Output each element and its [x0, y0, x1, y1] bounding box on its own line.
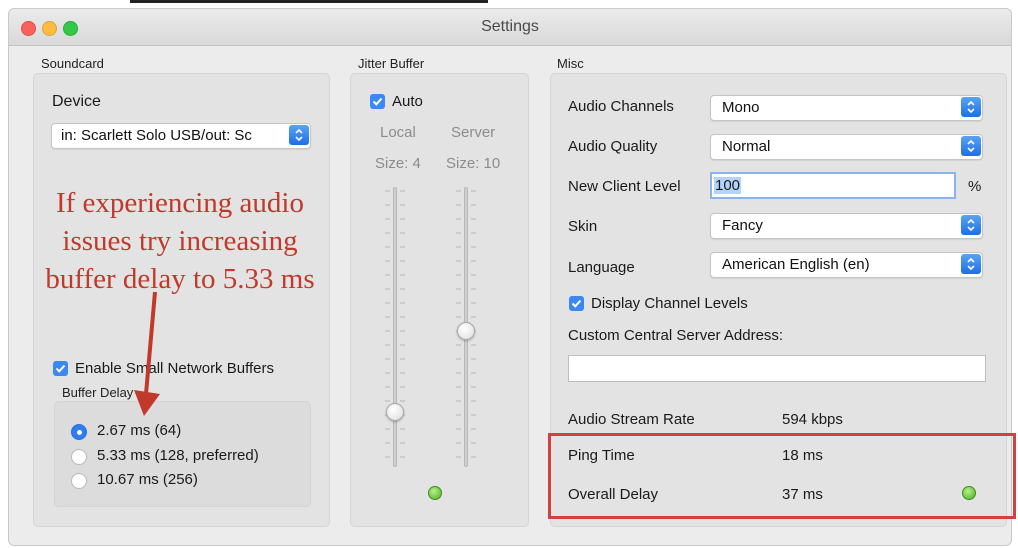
misc-group-label: Misc — [557, 56, 584, 71]
buffer-delay-radio-256[interactable] — [71, 473, 87, 489]
title-bar[interactable]: Settings — [9, 9, 1011, 46]
new-client-level-value: 100 — [714, 177, 742, 194]
checkmark-icon — [372, 97, 383, 106]
audio-stream-rate-label: Audio Stream Rate — [568, 411, 695, 428]
annotation-text: If experiencing audio issues try increas… — [20, 184, 340, 298]
server-jitter-slider-knob[interactable] — [457, 322, 475, 340]
small-buffers-label: Enable Small Network Buffers — [75, 360, 274, 377]
device-label: Device — [52, 93, 101, 110]
chevron-updown-icon — [961, 97, 981, 117]
display-levels-checkbox[interactable] — [569, 296, 584, 311]
annotation-line-3: buffer delay to 5.33 ms — [45, 263, 315, 295]
percent-sign: % — [968, 178, 982, 195]
buffer-delay-option-128: 5.33 ms (128, preferred) — [97, 447, 259, 464]
small-buffers-checkbox[interactable] — [53, 361, 68, 376]
device-select[interactable]: in: Scarlett Solo USB/out: Sc — [51, 123, 311, 149]
language-label: Language — [568, 259, 635, 276]
audio-quality-label: Audio Quality — [568, 138, 658, 155]
central-server-input[interactable] — [568, 355, 986, 382]
central-server-label: Custom Central Server Address: — [568, 327, 784, 344]
language-select[interactable]: American English (en) — [710, 252, 983, 278]
server-label: Server — [451, 124, 496, 141]
skin-select[interactable]: Fancy — [710, 213, 983, 239]
device-select-value: in: Scarlett Solo USB/out: Sc — [61, 127, 252, 144]
skin-value: Fancy — [722, 217, 763, 234]
jitter-panel — [350, 73, 529, 527]
latency-highlight-box — [548, 433, 1016, 519]
checkmark-icon — [571, 299, 582, 308]
chevron-updown-icon — [961, 254, 981, 274]
buffer-delay-radio-64[interactable] — [71, 424, 87, 440]
checkmark-icon — [55, 364, 66, 373]
annotation-line-1: If experiencing audio — [55, 187, 304, 219]
local-jitter-slider-knob[interactable] — [386, 403, 404, 421]
annotation-line-2: issues try increasing — [62, 225, 298, 257]
new-client-level-input[interactable]: 100 — [710, 172, 956, 199]
audio-quality-select[interactable]: Normal — [710, 134, 983, 160]
soundcard-group-label: Soundcard — [41, 56, 104, 71]
skin-label: Skin — [568, 218, 598, 235]
server-size-label: Size: 10 — [446, 155, 501, 172]
annotation-arrow-icon — [134, 291, 160, 416]
chevron-updown-icon — [289, 125, 309, 145]
buffer-delay-option-256: 10.67 ms (256) — [97, 471, 198, 488]
window-title: Settings — [481, 18, 539, 35]
audio-channels-label: Audio Channels — [568, 98, 674, 115]
buffer-delay-radio-128[interactable] — [71, 449, 87, 465]
auto-jitter-label: Auto — [392, 93, 423, 110]
auto-jitter-checkbox[interactable] — [370, 94, 385, 109]
local-size-label: Size: 4 — [375, 155, 421, 172]
audio-stream-rate-value: 594 kbps — [782, 411, 843, 428]
audio-channels-value: Mono — [722, 99, 760, 116]
audio-quality-value: Normal — [722, 138, 771, 155]
jitter-status-led — [428, 486, 442, 500]
jitter-group-label: Jitter Buffer — [358, 56, 425, 71]
local-jitter-slider[interactable] — [393, 187, 397, 467]
display-levels-label: Display Channel Levels — [591, 295, 748, 312]
audio-channels-select[interactable]: Mono — [710, 95, 983, 121]
language-value: American English (en) — [722, 256, 870, 273]
new-client-level-label: New Client Level — [568, 178, 681, 195]
buffer-delay-label: Buffer Delay — [62, 385, 134, 400]
local-label: Local — [380, 124, 416, 141]
top-edge-bar — [130, 0, 488, 3]
chevron-updown-icon — [961, 215, 981, 235]
chevron-updown-icon — [961, 136, 981, 156]
